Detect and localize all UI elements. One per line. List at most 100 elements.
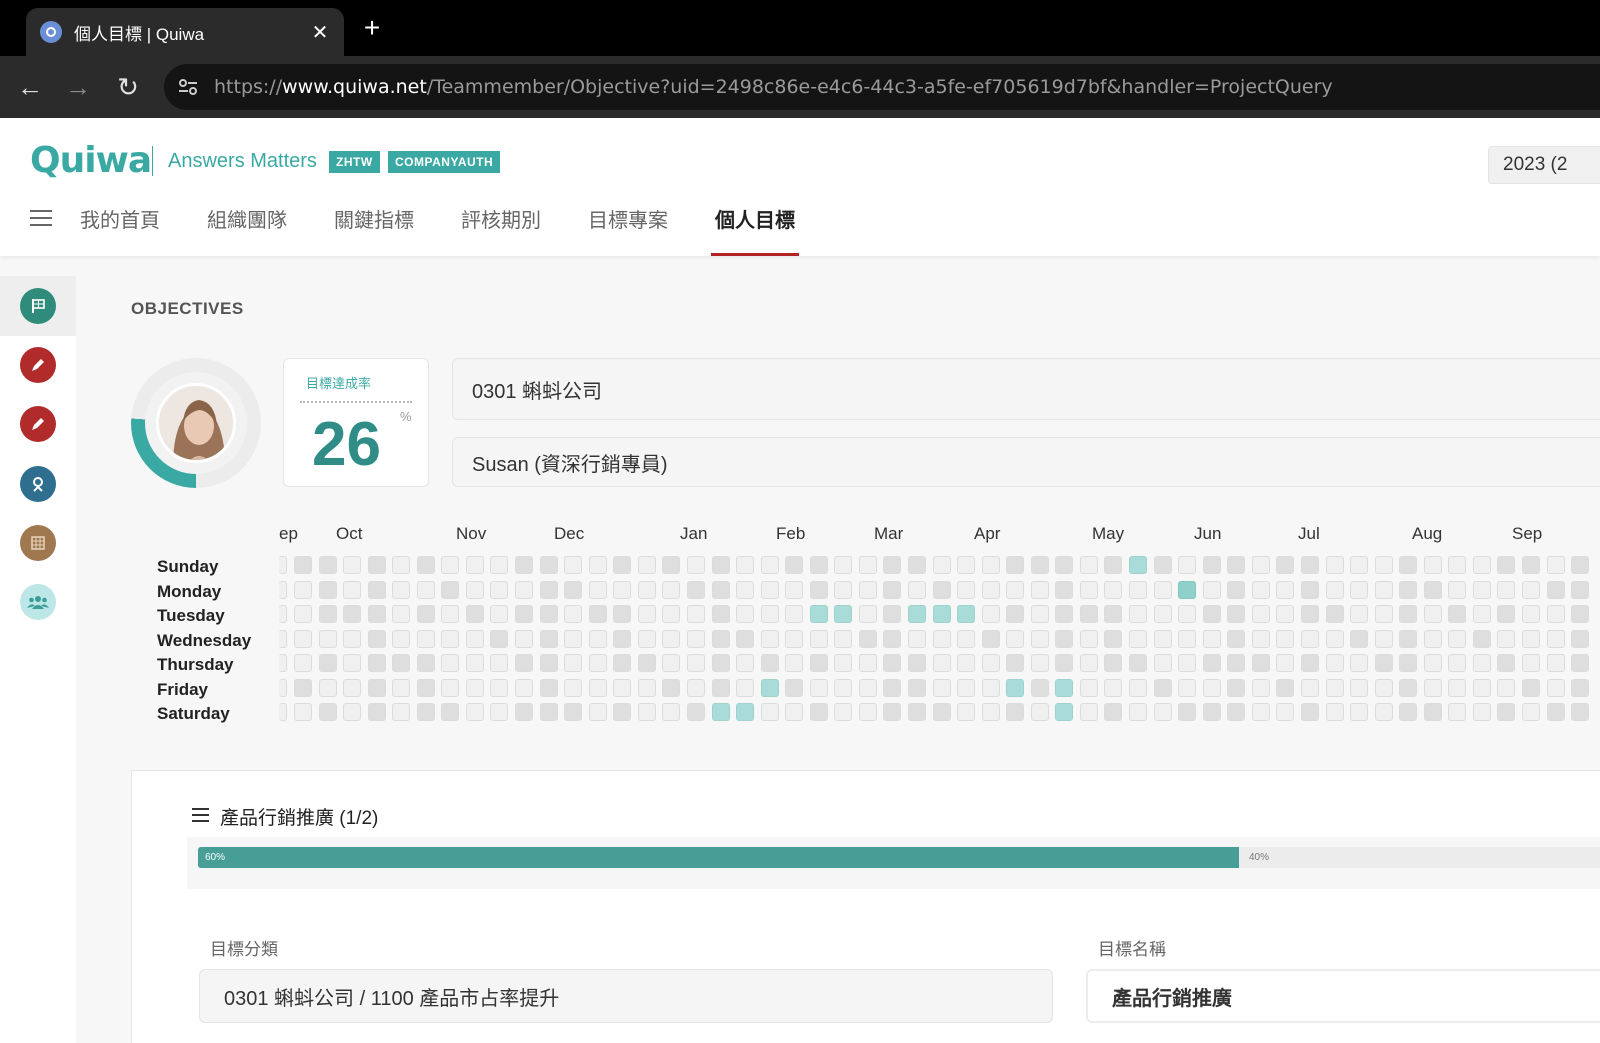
heatmap-cell[interactable] xyxy=(564,556,583,574)
heatmap-cell[interactable] xyxy=(981,654,1000,672)
heatmap-cell[interactable] xyxy=(392,605,411,623)
heatmap-cell[interactable] xyxy=(883,580,902,599)
heatmap-cell[interactable] xyxy=(785,703,804,721)
heatmap-cell[interactable] xyxy=(490,580,509,599)
heatmap-cell[interactable] xyxy=(539,703,558,721)
heatmap-cell[interactable] xyxy=(1325,605,1344,623)
heatmap-cell[interactable] xyxy=(1374,654,1393,672)
heatmap-cell[interactable] xyxy=(490,654,509,672)
heatmap-cell[interactable] xyxy=(318,703,337,721)
heatmap-cell[interactable] xyxy=(1399,703,1418,721)
heatmap-cell[interactable] xyxy=(662,629,681,648)
heatmap-cell[interactable] xyxy=(883,556,902,574)
site-settings-icon[interactable] xyxy=(168,67,208,107)
heatmap-cell[interactable] xyxy=(1104,678,1123,697)
heatmap-cell[interactable] xyxy=(1079,556,1098,574)
heatmap-cell[interactable] xyxy=(1571,654,1590,672)
heatmap-cell[interactable] xyxy=(736,678,755,697)
heatmap-cell[interactable] xyxy=(1374,629,1393,648)
heatmap-cell[interactable] xyxy=(1325,556,1344,574)
heatmap-cell[interactable] xyxy=(1522,703,1540,721)
heatmap-cell[interactable] xyxy=(932,580,951,599)
heatmap-cell[interactable] xyxy=(1006,654,1025,672)
heatmap-cell[interactable] xyxy=(318,556,337,574)
heatmap-cell[interactable] xyxy=(441,605,460,623)
heatmap-cell[interactable] xyxy=(785,605,804,623)
heatmap-cell[interactable] xyxy=(1006,703,1025,721)
url-text[interactable]: https://www.quiwa.net/Teammember/Objecti… xyxy=(214,76,1333,98)
heatmap-cell[interactable] xyxy=(1399,556,1418,574)
heatmap-cell[interactable] xyxy=(515,678,534,697)
heatmap-cell[interactable] xyxy=(1374,580,1393,599)
heatmap-cell[interactable] xyxy=(1423,580,1442,599)
heatmap-cell[interactable] xyxy=(1104,605,1123,623)
heatmap-cell[interactable] xyxy=(367,629,386,648)
heatmap-cell[interactable] xyxy=(1522,605,1540,623)
heatmap-cell[interactable] xyxy=(1006,605,1025,623)
heatmap-cell[interactable] xyxy=(441,703,460,721)
heatmap-cell[interactable] xyxy=(809,678,828,697)
heatmap-cell[interactable] xyxy=(637,605,656,623)
nav-target-projects[interactable]: 目標專案 xyxy=(588,204,668,256)
heatmap-cell[interactable] xyxy=(1276,556,1295,574)
heatmap-cell[interactable] xyxy=(294,678,312,697)
name-field[interactable]: 產品行銷推廣 xyxy=(1086,969,1600,1023)
heatmap-cell[interactable] xyxy=(1325,703,1344,721)
heatmap-cell[interactable] xyxy=(1104,556,1123,574)
heatmap-cell[interactable] xyxy=(1055,703,1074,721)
forward-arrow-icon[interactable]: → xyxy=(61,70,95,104)
heatmap-cell[interactable] xyxy=(1153,629,1172,648)
heatmap-cell[interactable] xyxy=(1423,654,1442,672)
heatmap-cell[interactable] xyxy=(662,678,681,697)
heatmap-cell[interactable] xyxy=(613,678,632,697)
heatmap-cell[interactable] xyxy=(1079,580,1098,599)
building-icon[interactable] xyxy=(20,525,56,561)
heatmap-cell[interactable] xyxy=(1374,678,1393,697)
heatmap-cell[interactable] xyxy=(1522,678,1540,697)
heatmap-cell[interactable] xyxy=(1399,654,1418,672)
year-selector[interactable]: 2023 (2 xyxy=(1488,146,1600,184)
heatmap-cell[interactable] xyxy=(1104,580,1123,599)
heatmap-cell[interactable] xyxy=(613,556,632,574)
heatmap-cell[interactable] xyxy=(1423,629,1442,648)
heatmap-cell[interactable] xyxy=(1251,556,1270,574)
heatmap-cell[interactable] xyxy=(957,629,976,648)
heatmap-cell[interactable] xyxy=(318,605,337,623)
heatmap-cell[interactable] xyxy=(367,605,386,623)
heatmap-cell[interactable] xyxy=(834,654,853,672)
heatmap-cell[interactable] xyxy=(588,678,607,697)
heatmap-cell[interactable] xyxy=(1448,556,1467,574)
heatmap-cell[interactable] xyxy=(343,678,362,697)
team-icon[interactable] xyxy=(20,584,56,620)
heatmap-cell[interactable] xyxy=(1030,703,1049,721)
heatmap-cell[interactable] xyxy=(1153,703,1172,721)
heatmap-cell[interactable] xyxy=(539,580,558,599)
heatmap-cell[interactable] xyxy=(1571,678,1590,697)
project-title[interactable]: 產品行銷推廣 (1/2) xyxy=(220,803,378,830)
heatmap-cell[interactable] xyxy=(1227,703,1246,721)
heatmap-cell[interactable] xyxy=(637,678,656,697)
heatmap-cell[interactable] xyxy=(1079,703,1098,721)
heatmap-cell[interactable] xyxy=(809,703,828,721)
heatmap-cell[interactable] xyxy=(1571,605,1590,623)
heatmap-cell[interactable] xyxy=(1202,629,1221,648)
heatmap-cell[interactable] xyxy=(1448,580,1467,599)
heatmap-cell[interactable] xyxy=(490,703,509,721)
heatmap-cell[interactable] xyxy=(564,580,583,599)
heatmap-cell[interactable] xyxy=(1227,556,1246,574)
heatmap-cell[interactable] xyxy=(662,654,681,672)
heatmap-cell[interactable] xyxy=(858,556,877,574)
heatmap-cell[interactable] xyxy=(1153,654,1172,672)
heatmap-cell[interactable] xyxy=(1350,580,1369,599)
heatmap-cell[interactable] xyxy=(279,629,287,648)
heatmap-cell[interactable] xyxy=(490,678,509,697)
heatmap-cell[interactable] xyxy=(564,605,583,623)
heatmap-cell[interactable] xyxy=(588,703,607,721)
heatmap-cell[interactable] xyxy=(1472,629,1491,648)
heatmap-cell[interactable] xyxy=(1448,678,1467,697)
heatmap-cell[interactable] xyxy=(392,580,411,599)
heatmap-cell[interactable] xyxy=(736,654,755,672)
heatmap-cell[interactable] xyxy=(1178,556,1197,574)
heatmap-cell[interactable] xyxy=(515,556,534,574)
heatmap-cell[interactable] xyxy=(908,556,926,574)
